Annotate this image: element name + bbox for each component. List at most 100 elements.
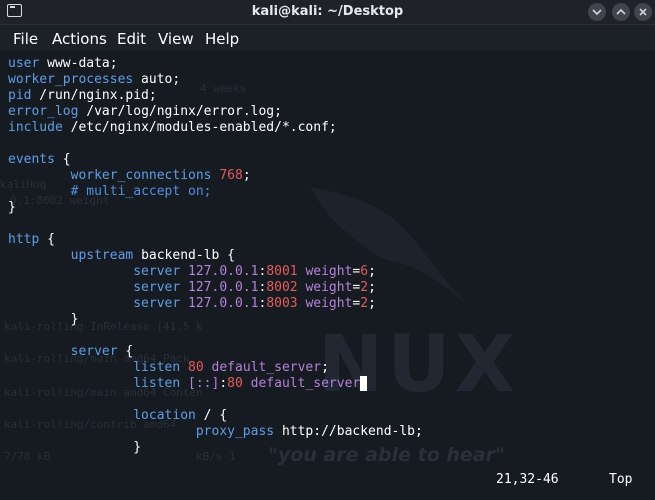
code-token: 2 [360,280,369,295]
code-token: 127.0.0.1 [188,296,259,311]
code-token: worker_connections [70,168,212,183]
code-token: default_server [211,360,322,375]
code-token: # multi_accept on; [70,184,212,199]
code-token: default_server [250,376,361,391]
code-token: { [39,232,55,247]
menu-file[interactable]: File [13,30,38,48]
code-token: ; [321,360,329,375]
code-token: server [133,280,181,295]
code-token: { [54,152,71,167]
minimize-button[interactable] [588,3,606,21]
code-token: server [70,344,118,359]
code-line: # multi_accept on; [8,184,423,200]
maximize-button[interactable] [612,3,630,21]
terminal-area[interactable]: NUX "you are able to hear" 4 weeks kaliH… [0,52,655,500]
code-token: ; [242,168,251,183]
code-token: ; [368,264,376,279]
code-token: events [8,152,55,167]
code-token: ; [368,280,376,295]
code-token: /var/log/nginx/error.log; [78,104,282,119]
code-token: include [8,120,63,135]
code-line: worker_connections 768; [8,168,423,184]
menu-view[interactable]: View [158,30,194,48]
code-line: } [8,440,423,456]
code-token: 8001 [266,264,298,279]
window-title: kali@kali: ~/Desktop [251,4,404,19]
code-line: listen [::]:80 default_server; [8,376,423,392]
code-line: } [8,200,423,216]
code-line: listen 80 default_server; [8,360,423,376]
code-line: error_log /var/log/nginx/error.log; [8,104,423,120]
code-token: auto; [133,72,181,87]
code-token: 80 [188,360,204,375]
code-token: 80 [227,376,243,391]
code-token: user [8,56,40,71]
code-token: weight [305,264,353,279]
code-line: events { [8,152,423,168]
code-token: worker_processes [8,72,134,87]
close-icon [639,8,647,16]
code-token: http://backend-lb; [274,424,423,439]
code-line: proxy_pass http://backend-lb; [8,424,423,440]
code-token: pid [8,88,32,103]
menu-bar: File Actions Edit View Help [0,25,655,51]
code-token: 768 [219,168,243,183]
terminal-window: kali@kali: ~/Desktop File Actions Edit V… [0,0,655,500]
code-line: user www-data; [8,56,423,72]
menu-help[interactable]: Help [205,30,239,48]
code-line: upstream backend-lb { [8,248,423,264]
code-token: : [219,376,228,391]
code-line: location / { [8,408,423,424]
code-token: backend-lb { [133,248,235,263]
minimize-icon [592,9,602,16]
text-cursor: ; [360,376,369,391]
code-line: pid /run/nginx.pid; [8,88,423,104]
code-token: } [8,440,142,455]
code-token: } [8,312,79,327]
code-token: { [117,344,134,359]
code-token: [::] [188,376,220,391]
code-token: /run/nginx.pid; [31,88,157,103]
code-line: server 127.0.0.1:8001 weight=6; [8,264,423,280]
code-token: server [133,296,181,311]
code-token: proxy_pass [195,424,275,439]
code-token: listen [133,360,181,375]
code-token: listen [133,376,181,391]
code-token: 127.0.0.1 [188,264,259,279]
code-token: weight [305,280,353,295]
code-token: } [8,200,16,215]
code-token: location [133,408,196,423]
menu-actions[interactable]: Actions [52,30,107,48]
scroll-position: Top [609,472,633,487]
code-token: 6 [360,264,369,279]
code-token: server [133,264,181,279]
code-token: www-data; [39,56,118,71]
code-line: } [8,312,423,328]
title-bar[interactable]: kali@kali: ~/Desktop [0,0,655,25]
code-line: server { [8,344,423,360]
code-token: error_log [8,104,79,119]
close-button[interactable] [634,3,652,21]
editor-buffer[interactable]: user www-data; worker_processes auto; pid … [8,56,423,456]
code-line: server 127.0.0.1:8003 weight=2; [8,296,423,312]
menu-edit[interactable]: Edit [117,30,146,48]
